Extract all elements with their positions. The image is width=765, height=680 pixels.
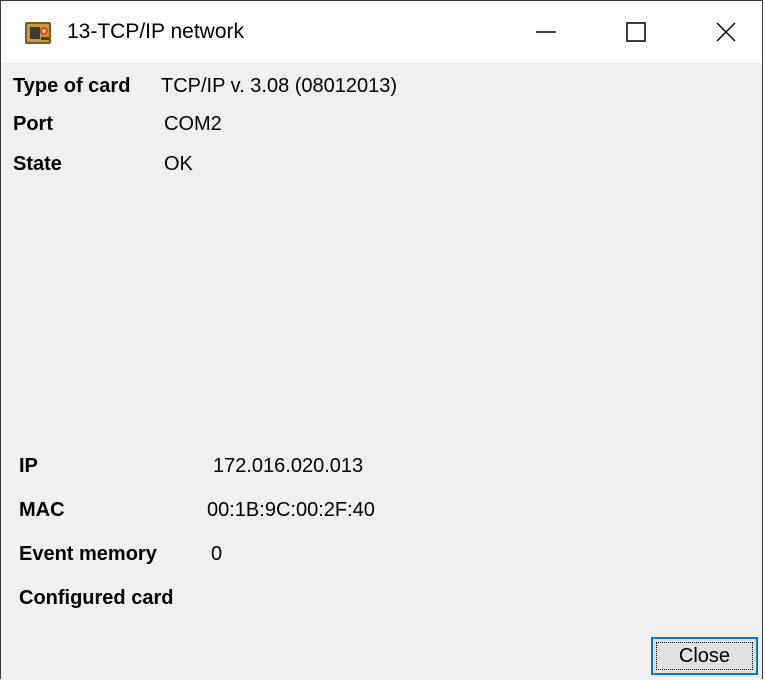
event-memory-label: Event memory — [19, 543, 157, 565]
close-icon — [716, 22, 736, 42]
maximize-button[interactable] — [601, 1, 671, 63]
close-window-button[interactable] — [691, 1, 761, 63]
close-button[interactable]: Close — [651, 637, 758, 675]
dialog-window: 13-TCP/IP network Type of card TCP/IP v.… — [0, 0, 763, 680]
configured-card-label: Configured card — [19, 587, 174, 609]
mac-value: 00:1B:9C:00:2F:40 — [207, 499, 375, 521]
state-label: State — [13, 153, 62, 175]
minimize-icon — [536, 22, 556, 42]
mac-label: MAC — [19, 499, 65, 521]
window-title: 13-TCP/IP network — [67, 20, 245, 43]
dialog-content: Type of card TCP/IP v. 3.08 (08012013) P… — [1, 63, 762, 680]
ip-value: 172.016.020.013 — [213, 455, 364, 477]
type-of-card-label: Type of card — [13, 75, 131, 97]
title-bar[interactable]: 13-TCP/IP network — [1, 1, 762, 63]
port-value: COM2 — [164, 113, 222, 135]
close-button-label: Close — [656, 642, 753, 670]
maximize-icon — [626, 22, 646, 42]
app-card-reader-icon — [25, 20, 53, 46]
state-value: OK — [164, 153, 193, 175]
minimize-button[interactable] — [511, 1, 581, 63]
event-memory-value: 0 — [211, 543, 223, 565]
port-label: Port — [13, 113, 53, 135]
ip-label: IP — [19, 455, 38, 477]
type-of-card-value: TCP/IP v. 3.08 (08012013) — [161, 75, 398, 97]
